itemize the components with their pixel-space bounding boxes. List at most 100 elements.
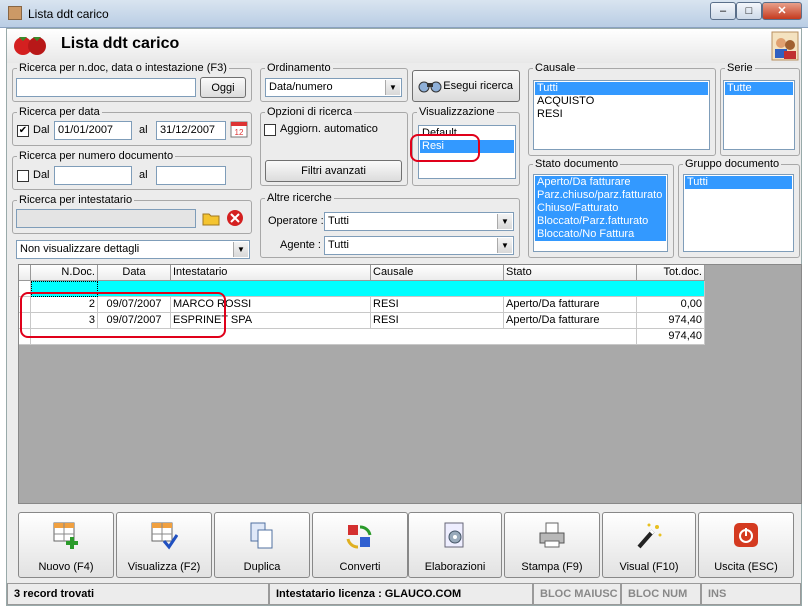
close-button[interactable]: ✕ xyxy=(762,2,802,20)
page-title: Lista ddt carico xyxy=(61,35,180,52)
new-button[interactable]: Nuovo (F4) xyxy=(18,512,114,578)
date-from-label: Dal xyxy=(33,124,50,136)
svg-text:12: 12 xyxy=(235,128,244,137)
convert-button[interactable]: Converti xyxy=(312,512,408,578)
gruppo-list[interactable]: Tutti xyxy=(683,174,794,252)
column-header[interactable]: Stato xyxy=(504,265,637,281)
title-bar[interactable]: Lista ddt carico – □ ✕ xyxy=(0,0,808,28)
column-header[interactable]: Causale xyxy=(371,265,504,281)
stato-list[interactable]: Aperto/Da fatturare Parz.chiuso/parz.fat… xyxy=(533,174,668,252)
magic-wand-icon xyxy=(637,523,662,549)
grid-add-icon xyxy=(53,522,78,549)
operator-label: Operatore : xyxy=(268,215,324,227)
processing-button-label: Elaborazioni xyxy=(424,561,486,573)
visual-button[interactable]: Visual (F10) xyxy=(602,512,696,578)
chevron-down-icon[interactable]: ▼ xyxy=(385,80,400,95)
serie-list[interactable]: Tutte xyxy=(723,80,795,150)
table-cell[interactable]: 0,00 xyxy=(637,297,705,313)
chevron-down-icon[interactable]: ▼ xyxy=(497,238,512,253)
total-cell: 974,40 xyxy=(637,329,705,345)
serie-item[interactable]: Tutte xyxy=(725,82,793,95)
table-cell[interactable]: RESI xyxy=(371,313,504,329)
ordering-value: Data/numero xyxy=(269,81,333,93)
number-to-input[interactable] xyxy=(156,166,226,185)
ordering-select[interactable]: Data/numero ▼ xyxy=(265,78,402,97)
users-icon xyxy=(771,31,799,61)
stato-item[interactable]: Aperto/Da fatturare xyxy=(535,176,666,189)
table-cell[interactable]: Aperto/Da fatturare xyxy=(504,313,637,329)
table-cell[interactable]: 974,40 xyxy=(637,313,705,329)
holder-search-input[interactable] xyxy=(16,209,196,228)
view-legend: Visualizzazione xyxy=(419,106,495,118)
license-holder: Intestatario licenza : GLAUCO.COM xyxy=(269,583,533,605)
calendar-icon[interactable]: 12 xyxy=(230,120,248,138)
insert-indicator: INS xyxy=(701,583,801,605)
strawberry-logo-icon xyxy=(14,37,46,55)
text-search-input[interactable] xyxy=(16,78,196,97)
advanced-filters-button[interactable]: Filtri avanzati xyxy=(265,160,402,182)
causale-item[interactable]: Tutti xyxy=(535,82,708,95)
table-cell[interactable]: RESI xyxy=(371,297,504,313)
chevron-down-icon[interactable]: ▼ xyxy=(497,214,512,229)
page-header: Lista ddt carico xyxy=(7,29,801,63)
row-selector-header xyxy=(19,265,31,281)
column-header[interactable]: N.Doc. xyxy=(31,265,98,281)
column-header[interactable]: Data xyxy=(98,265,171,281)
record-count: 3 record trovati xyxy=(7,583,269,605)
clear-icon[interactable] xyxy=(225,208,245,228)
column-header[interactable]: Tot.doc. xyxy=(637,265,705,281)
causale-item[interactable]: ACQUISTO xyxy=(535,95,708,108)
stato-item[interactable]: Bloccato/No Fattura xyxy=(535,228,666,241)
column-header[interactable]: Intestatario xyxy=(171,265,371,281)
folder-icon[interactable] xyxy=(201,208,221,228)
print-button-label: Stampa (F9) xyxy=(521,561,583,573)
date-search-checkbox[interactable]: ✔ xyxy=(17,125,29,137)
view-button-label: Visualizza (F2) xyxy=(127,561,201,573)
number-from-label: Dal xyxy=(33,169,50,181)
exit-button[interactable]: Uscita (ESC) xyxy=(698,512,794,578)
search-button[interactable]: Esegui ricerca xyxy=(412,70,520,102)
gruppo-item[interactable]: Tutti xyxy=(685,176,792,189)
search-button-label: Esegui ricerca xyxy=(443,80,513,92)
date-from-input[interactable]: 01/01/2007 xyxy=(54,121,132,140)
operator-value: Tutti xyxy=(328,215,349,227)
agent-select[interactable]: Tutti ▼ xyxy=(324,236,514,255)
search-options-legend: Opzioni di ricerca xyxy=(267,106,352,118)
chevron-down-icon[interactable]: ▼ xyxy=(233,242,248,257)
auto-update-label: Aggiorn. automatico xyxy=(280,123,378,135)
print-button[interactable]: Stampa (F9) xyxy=(504,512,600,578)
rows-highlight-annotation xyxy=(20,292,226,338)
date-search-legend: Ricerca per data xyxy=(19,106,100,118)
view-button[interactable]: Visualizza (F2) xyxy=(116,512,212,578)
agent-label: Agente : xyxy=(280,239,321,251)
stato-item[interactable]: Chiuso/Fatturato xyxy=(535,202,666,215)
highlight-annotation xyxy=(410,134,480,162)
details-value: Non visualizzare dettagli xyxy=(20,243,140,255)
date-to-input[interactable]: 31/12/2007 xyxy=(156,121,226,140)
app-icon xyxy=(8,6,22,20)
number-search-legend: Ricerca per numero documento xyxy=(19,150,174,162)
other-search-legend: Altre ricerche xyxy=(267,192,332,204)
minimize-button[interactable]: – xyxy=(710,2,736,20)
processing-button[interactable]: Elaborazioni xyxy=(408,512,502,578)
operator-select[interactable]: Tutti ▼ xyxy=(324,212,514,231)
number-from-input[interactable] xyxy=(54,166,132,185)
stato-item[interactable]: Bloccato/Parz.fatturato xyxy=(535,215,666,228)
causale-item[interactable]: RESI xyxy=(535,108,708,121)
causale-list[interactable]: Tutti ACQUISTO RESI xyxy=(533,80,710,150)
today-button[interactable]: Oggi xyxy=(200,77,246,98)
serie-legend: Serie xyxy=(727,62,753,74)
auto-update-checkbox[interactable] xyxy=(264,124,276,136)
number-search-checkbox[interactable] xyxy=(17,170,29,182)
causale-legend: Causale xyxy=(535,62,576,74)
stato-item[interactable]: Parz.chiuso/parz.fatturato xyxy=(535,189,666,202)
holder-search-legend: Ricerca per intestatario xyxy=(19,194,133,206)
number-to-label: al xyxy=(139,169,148,181)
maximize-button[interactable]: □ xyxy=(736,2,762,20)
duplicate-button[interactable]: Duplica xyxy=(214,512,310,578)
visual-button-label: Visual (F10) xyxy=(619,561,679,573)
details-select[interactable]: Non visualizzare dettagli ▼ xyxy=(16,240,250,259)
agent-value: Tutti xyxy=(328,239,349,251)
table-cell[interactable]: Aperto/Da fatturare xyxy=(504,297,637,313)
convert-icon xyxy=(346,525,372,549)
